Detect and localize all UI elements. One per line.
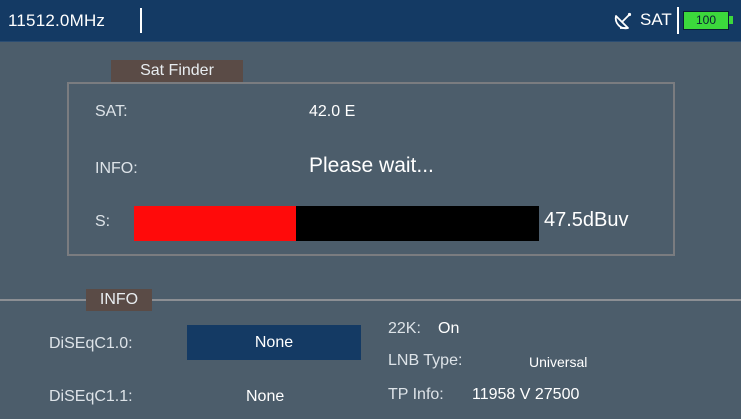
diseqc11-selector[interactable]: None	[246, 388, 284, 406]
sat-finder-title: Sat Finder	[111, 60, 243, 82]
lnb-type-label: LNB Type:	[388, 352, 463, 369]
sat-label: SAT:	[95, 103, 128, 120]
signal-strength-fill	[134, 206, 296, 241]
battery-cap	[729, 16, 733, 24]
info-label: INFO:	[95, 160, 138, 177]
tp-info-value: 11958 V 27500	[472, 386, 580, 403]
tp-info-label: TP Info:	[388, 386, 444, 403]
diseqc10-label: DiSEqC1.0:	[49, 335, 133, 352]
signal-strength-bar	[134, 206, 539, 241]
text-cursor	[140, 8, 142, 33]
signal-label: S:	[95, 213, 111, 230]
battery-indicator: 100	[683, 11, 729, 30]
info-status: Please wait...	[309, 154, 434, 177]
status-bar: 11512.0MHz SAT 100	[0, 0, 741, 42]
22k-label: 22K:	[388, 320, 421, 337]
status-divider	[677, 7, 679, 34]
lnb-type-value: Universal	[529, 354, 588, 370]
frequency-readout: 11512.0MHz	[8, 11, 106, 30]
satellite-dish-icon	[614, 12, 632, 30]
mode-label: SAT	[640, 10, 672, 29]
battery-level: 100	[695, 13, 717, 27]
diseqc11-label: DiSEqC1.1:	[49, 388, 133, 405]
info-section-title: INFO	[86, 289, 152, 311]
22k-value: On	[438, 320, 460, 337]
sat-finder-screen: 11512.0MHz SAT 100 Sat Finder SAT: 42.0 …	[0, 0, 741, 419]
sat-value: 42.0 E	[309, 103, 356, 120]
signal-strength-value: 47.5dBuv	[544, 209, 629, 231]
diseqc10-selector[interactable]: None	[187, 325, 361, 360]
